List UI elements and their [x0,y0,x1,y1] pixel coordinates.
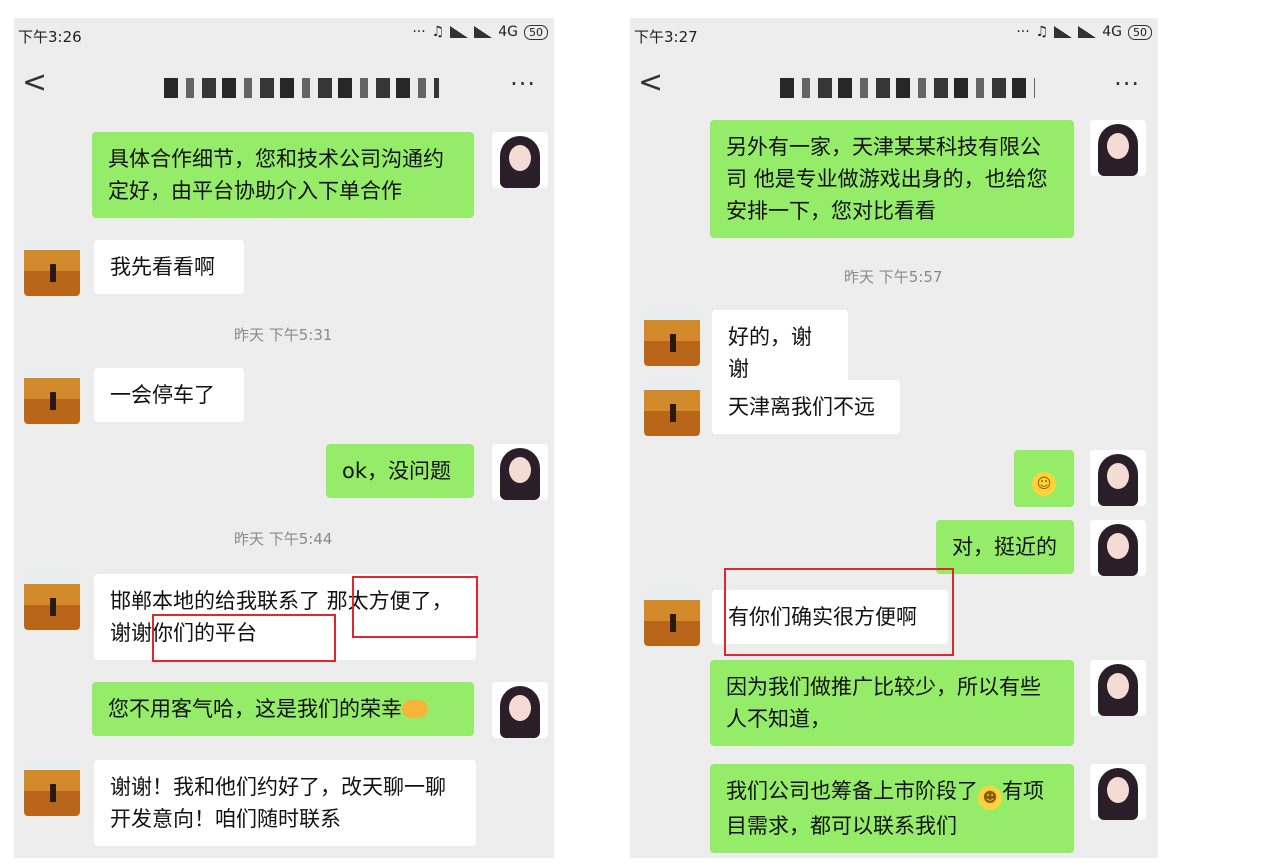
signal-icon-2 [474,26,493,38]
user-avatar[interactable] [24,240,80,296]
agent-avatar[interactable] [1090,520,1146,576]
user-avatar[interactable] [24,760,80,816]
contact-name-mosaic [780,78,1035,98]
status-icons: ··· ♫ 4G 50 [1016,24,1152,40]
user-avatar[interactable] [24,368,80,424]
chat-window-right: 下午3:27 ··· ♫ 4G 50 < ··· 另外有一家，天津某某科技有限公… [630,18,1158,858]
status-time: 下午3:27 [634,28,698,46]
status-time: 下午3:26 [18,28,82,46]
smile-emoji-icon: ☺ [1032,472,1056,496]
message-bubble-received[interactable]: 一会停车了 [94,368,244,422]
status-icons: ··· ♫ 4G 50 [412,24,548,40]
message-bubble-received[interactable]: 天津离我们不远 [712,380,900,434]
user-avatar[interactable] [644,310,700,366]
message-bubble-sent[interactable]: 具体合作细节，您和技术公司沟通约定好，由平台协助介入下单合作 [92,132,474,218]
network-type: 4G [1102,24,1122,40]
back-icon[interactable]: < [22,68,47,98]
chat-window-left: 下午3:26 ··· ♫ 4G 50 < ··· 具体合作细节，您和技术公司沟通… [14,18,554,858]
agent-avatar[interactable] [492,132,548,188]
alarm-icon: ♫ [431,24,445,40]
agent-avatar[interactable] [1090,660,1146,716]
agent-avatar[interactable] [492,444,548,500]
alarm-icon: ♫ [1035,24,1049,40]
message-bubble-received[interactable]: 谢谢！我和他们约好了，改天聊一聊开发意向！咱们随时联系 [94,760,476,846]
message-bubble-sent[interactable]: 您不用客气哈，这是我们的荣幸 [92,682,474,736]
battery-icon: 50 [1128,24,1152,40]
network-type: 4G [498,24,518,40]
chat-header: < ··· [14,62,554,110]
grin-emoji-icon: ☻ [978,786,1002,810]
chat-header: < ··· [630,62,1158,110]
timestamp: 昨天 下午5:44 [234,530,333,548]
red-highlight-box [352,576,478,638]
message-bubble-sent[interactable]: ok，没问题 [326,444,474,498]
message-text: 您不用客气哈，这是我们的荣幸 [108,697,402,721]
back-icon[interactable]: < [638,68,663,98]
agent-avatar[interactable] [1090,450,1146,506]
message-bubble-sent[interactable]: 我们公司也筹备上市阶段了 ☻ 有项目需求，都可以联系我们 [710,764,1074,853]
handshake-emoji-icon [402,700,428,718]
message-bubble-sent[interactable]: 因为我们做推广比较少，所以有些人不知道， [710,660,1074,746]
more-status-icon: ··· [1016,24,1030,40]
message-bubble-received[interactable]: 我先看看啊 [94,240,244,294]
more-options-icon[interactable]: ··· [510,70,536,98]
red-highlight-box [152,614,336,662]
status-bar: 下午3:26 ··· ♫ 4G 50 [14,18,554,54]
message-bubble-sent[interactable]: ☺ [1014,450,1074,507]
user-avatar[interactable] [24,574,80,630]
message-bubble-sent[interactable]: 对，挺近的 [936,520,1074,574]
status-bar: 下午3:27 ··· ♫ 4G 50 [630,18,1158,54]
signal-icon [450,26,469,38]
signal-icon [1054,26,1073,38]
message-bubble-sent[interactable]: 另外有一家，天津某某科技有限公司 他是专业做游戏出身的，也给您安排一下，您对比看… [710,120,1074,238]
agent-avatar[interactable] [492,682,548,738]
signal-icon-2 [1078,26,1097,38]
more-options-icon[interactable]: ··· [1114,70,1140,98]
agent-avatar[interactable] [1090,120,1146,176]
timestamp: 昨天 下午5:31 [234,326,333,344]
contact-name-mosaic [164,78,439,98]
battery-icon: 50 [524,24,548,40]
user-avatar[interactable] [644,590,700,646]
more-status-icon: ··· [412,24,426,40]
message-text: 我们公司也筹备上市阶段了 [726,779,978,803]
red-highlight-box [724,568,954,656]
user-avatar[interactable] [644,380,700,436]
agent-avatar[interactable] [1090,764,1146,820]
timestamp: 昨天 下午5:57 [844,268,943,286]
